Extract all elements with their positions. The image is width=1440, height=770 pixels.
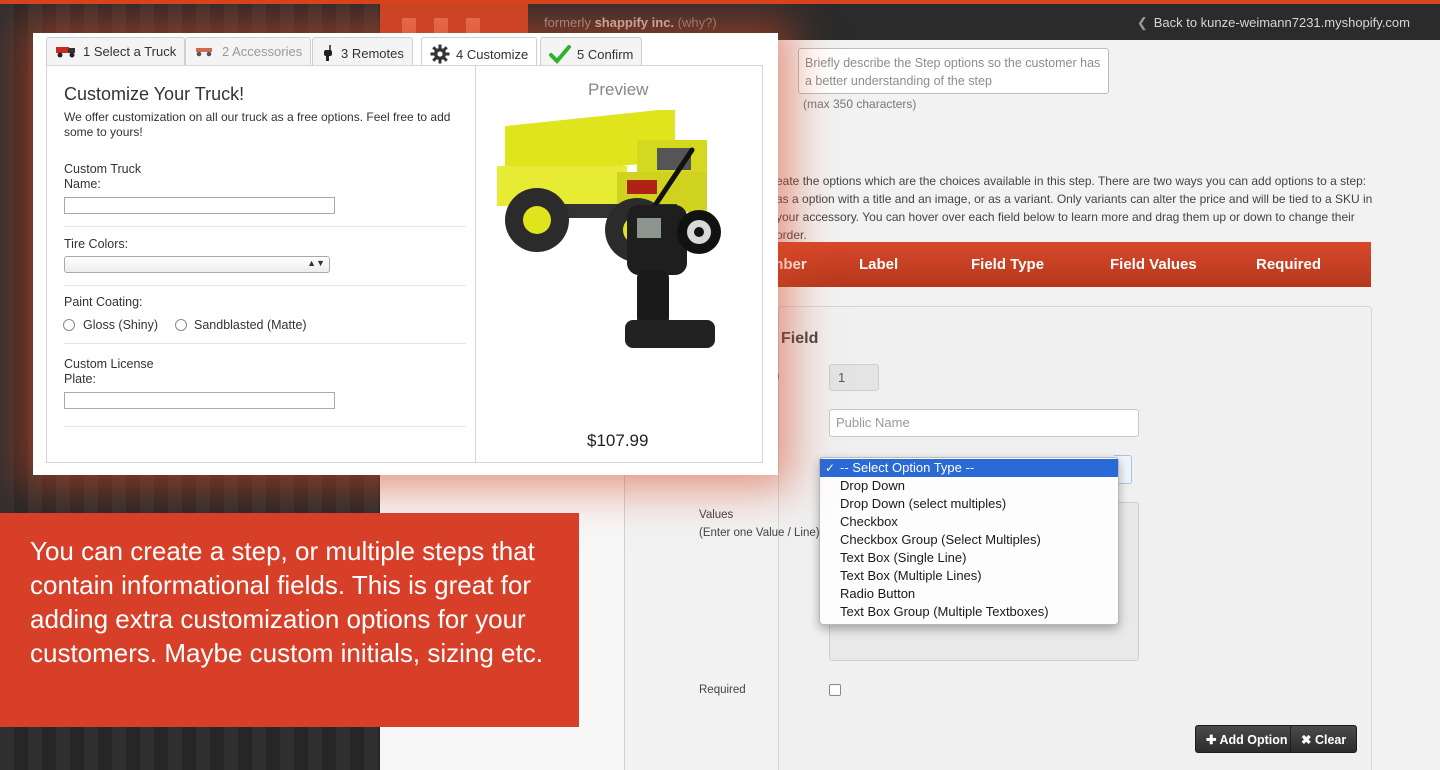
- preview-price: $107.99: [587, 431, 649, 450]
- option-type-item[interactable]: ✓ -- Select Option Type --: [820, 459, 1118, 477]
- option-type-item[interactable]: Checkbox: [820, 513, 1118, 531]
- checkmark-icon: ✓: [825, 461, 836, 475]
- options-intro-text: eate the options which are the choices a…: [776, 174, 1373, 242]
- formerly-note: formerly shappify inc. (why?): [544, 15, 717, 30]
- plus-icon: ✚: [1206, 733, 1217, 747]
- paint-gloss-radio[interactable]: [63, 319, 75, 331]
- gear-icon: [430, 44, 450, 67]
- close-icon: ✖: [1301, 733, 1312, 747]
- truck-icon: [55, 44, 77, 61]
- license-plate-input[interactable]: [64, 392, 335, 409]
- back-to-store-link[interactable]: ❮ Back to kunze-weimann7231.myshopify.com: [1137, 15, 1410, 31]
- option-type-item[interactable]: Checkbox Group (Select Multiples): [820, 531, 1118, 549]
- header-field-type: Field Type: [971, 256, 1045, 273]
- truck-with-remote-image: [497, 110, 721, 348]
- add-field-title: Field: [781, 330, 819, 347]
- paint-sandblasted-radio[interactable]: [175, 319, 187, 331]
- option-type-item[interactable]: Drop Down: [820, 477, 1118, 495]
- header-label: Label: [859, 256, 899, 273]
- remote-icon: [321, 44, 335, 65]
- select-arrows-icon: ▲▼: [307, 258, 325, 268]
- option-type-item[interactable]: Text Box (Single Line): [820, 549, 1118, 567]
- chevron-left-icon: ❮: [1136, 15, 1148, 30]
- tab-select-truck[interactable]: 1 Select a Truck: [46, 37, 186, 65]
- add-option-button[interactable]: ✚ Add Option: [1195, 725, 1299, 753]
- header-field-values: Field Values: [1110, 256, 1197, 273]
- license-plate-label: Custom License Plate:: [64, 357, 154, 386]
- truck-accessory-icon: [194, 44, 216, 61]
- brand-name: shappify inc.: [594, 15, 675, 30]
- tire-colors-select[interactable]: ▲▼: [64, 256, 330, 273]
- step-description-textarea[interactable]: Briefly describe the Step options so the…: [798, 48, 1109, 94]
- values-hint: (Enter one Value / Line): [699, 527, 820, 539]
- option-type-item[interactable]: Radio Button: [820, 585, 1118, 603]
- public-name-input[interactable]: Public Name: [829, 409, 1139, 437]
- checkmark-icon: [549, 44, 571, 67]
- option-type-item[interactable]: Drop Down (select multiples): [820, 495, 1118, 513]
- tab-accessories[interactable]: 2 Accessories: [185, 37, 312, 65]
- field-id-input: 1: [829, 364, 879, 391]
- tire-colors-label: Tire Colors:: [64, 237, 129, 251]
- divider: [64, 343, 466, 344]
- preview-title: Preview: [588, 80, 649, 99]
- values-label: Values (Enter one Value / Line): [699, 506, 820, 542]
- customize-title: Customize Your Truck!: [64, 84, 245, 104]
- option-type-dropdown: ✓ -- Select Option Type -- Drop Down Drop…: [819, 457, 1119, 625]
- divider: [64, 426, 466, 427]
- max-characters-note: (max 350 characters): [803, 97, 917, 111]
- field-table-header: mber Label Field Type Field Values Requi…: [770, 242, 1371, 287]
- divider: [64, 285, 466, 286]
- why-link[interactable]: (why?): [678, 15, 717, 30]
- option-type-item[interactable]: Text Box Group (Multiple Textboxes): [820, 603, 1118, 621]
- header-required: Required: [1256, 256, 1322, 273]
- paint-coating-label: Paint Coating:: [64, 295, 143, 309]
- required-label: Required: [699, 684, 746, 696]
- tab-remotes[interactable]: 3 Remotes: [312, 37, 413, 65]
- customize-description: We offer customization on all our truck …: [64, 110, 451, 139]
- tab-customize[interactable]: 4 Customize: [421, 37, 538, 67]
- clear-button[interactable]: ✖ Clear: [1290, 725, 1358, 753]
- required-checkbox[interactable]: [829, 684, 841, 696]
- paint-gloss-label: Gloss (Shiny): [83, 318, 159, 332]
- option-type-item[interactable]: Text Box (Multiple Lines): [820, 567, 1118, 585]
- callout-text: You can create a step, or multiple steps…: [30, 536, 543, 668]
- custom-truck-name-input[interactable]: [64, 197, 335, 214]
- tab-confirm[interactable]: 5 Confirm: [540, 37, 643, 67]
- custom-truck-name-label: Custom Truck Name:: [64, 162, 142, 191]
- divider: [64, 226, 466, 227]
- paint-sandblasted-label: Sandblasted (Matte): [194, 318, 307, 332]
